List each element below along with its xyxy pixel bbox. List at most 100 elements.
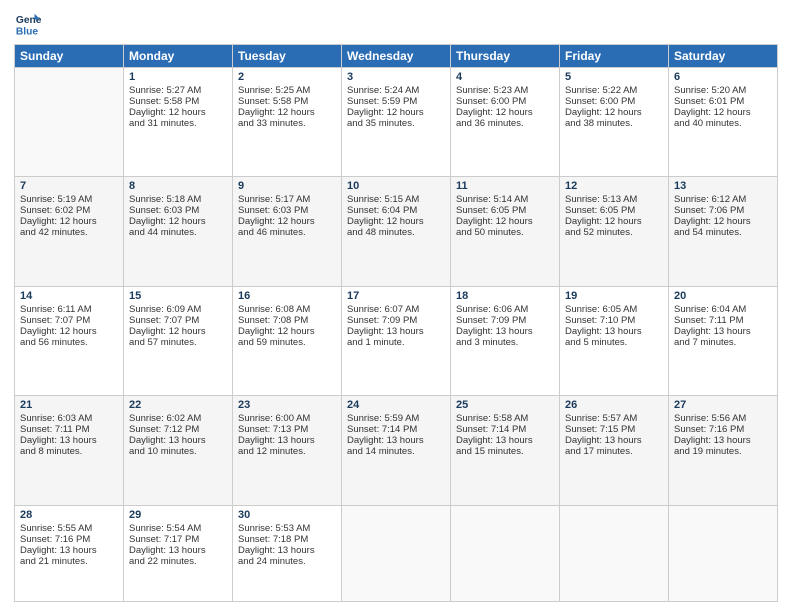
day-info-line: Sunrise: 6:07 AM bbox=[347, 304, 445, 315]
day-number: 15 bbox=[129, 290, 227, 302]
day-cell: 29Sunrise: 5:54 AMSunset: 7:17 PMDayligh… bbox=[124, 505, 233, 601]
day-info-line: Sunrise: 6:03 AM bbox=[20, 413, 118, 424]
header-cell-monday: Monday bbox=[124, 45, 233, 68]
day-number: 17 bbox=[347, 290, 445, 302]
day-info-line: Daylight: 13 hours bbox=[674, 326, 772, 337]
day-cell: 27Sunrise: 5:56 AMSunset: 7:16 PMDayligh… bbox=[669, 396, 778, 505]
day-number: 7 bbox=[20, 180, 118, 192]
day-info-line: and 44 minutes. bbox=[129, 227, 227, 238]
day-cell: 28Sunrise: 5:55 AMSunset: 7:16 PMDayligh… bbox=[15, 505, 124, 601]
day-info-line: and 36 minutes. bbox=[456, 118, 554, 129]
day-info-line: Sunrise: 5:14 AM bbox=[456, 194, 554, 205]
day-info-line: and 15 minutes. bbox=[456, 446, 554, 457]
day-info-line: Daylight: 12 hours bbox=[129, 216, 227, 227]
day-info-line: Daylight: 13 hours bbox=[238, 435, 336, 446]
day-number: 8 bbox=[129, 180, 227, 192]
day-cell: 20Sunrise: 6:04 AMSunset: 7:11 PMDayligh… bbox=[669, 286, 778, 395]
day-info-line: and 40 minutes. bbox=[674, 118, 772, 129]
day-info-line: Daylight: 13 hours bbox=[347, 326, 445, 337]
day-cell: 12Sunrise: 5:13 AMSunset: 6:05 PMDayligh… bbox=[560, 177, 669, 286]
day-info-line: and 38 minutes. bbox=[565, 118, 663, 129]
day-cell: 23Sunrise: 6:00 AMSunset: 7:13 PMDayligh… bbox=[233, 396, 342, 505]
day-info-line: Daylight: 12 hours bbox=[456, 107, 554, 118]
day-cell: 18Sunrise: 6:06 AMSunset: 7:09 PMDayligh… bbox=[451, 286, 560, 395]
day-cell: 30Sunrise: 5:53 AMSunset: 7:18 PMDayligh… bbox=[233, 505, 342, 601]
page: General Blue SundayMondayTuesdayWednesda… bbox=[0, 0, 792, 612]
day-cell: 11Sunrise: 5:14 AMSunset: 6:05 PMDayligh… bbox=[451, 177, 560, 286]
day-info-line: Daylight: 12 hours bbox=[456, 216, 554, 227]
calendar-body: 1Sunrise: 5:27 AMSunset: 5:58 PMDaylight… bbox=[15, 68, 778, 602]
day-info-line: and 21 minutes. bbox=[20, 556, 118, 567]
day-number: 2 bbox=[238, 71, 336, 83]
day-info-line: Sunset: 7:16 PM bbox=[20, 534, 118, 545]
day-info-line: Sunset: 7:09 PM bbox=[456, 315, 554, 326]
day-info-line: and 24 minutes. bbox=[238, 556, 336, 567]
day-info-line: Sunset: 6:00 PM bbox=[456, 96, 554, 107]
day-cell: 24Sunrise: 5:59 AMSunset: 7:14 PMDayligh… bbox=[342, 396, 451, 505]
day-cell bbox=[669, 505, 778, 601]
header-cell-thursday: Thursday bbox=[451, 45, 560, 68]
day-info-line: Daylight: 13 hours bbox=[456, 435, 554, 446]
day-info-line: Sunset: 7:07 PM bbox=[20, 315, 118, 326]
day-info-line: and 7 minutes. bbox=[674, 337, 772, 348]
day-info-line: Daylight: 12 hours bbox=[129, 326, 227, 337]
day-cell: 3Sunrise: 5:24 AMSunset: 5:59 PMDaylight… bbox=[342, 68, 451, 177]
day-info-line: Sunrise: 6:04 AM bbox=[674, 304, 772, 315]
header-cell-sunday: Sunday bbox=[15, 45, 124, 68]
day-cell: 1Sunrise: 5:27 AMSunset: 5:58 PMDaylight… bbox=[124, 68, 233, 177]
day-info-line: Sunrise: 5:53 AM bbox=[238, 523, 336, 534]
day-cell: 16Sunrise: 6:08 AMSunset: 7:08 PMDayligh… bbox=[233, 286, 342, 395]
day-info-line: and 8 minutes. bbox=[20, 446, 118, 457]
day-cell: 25Sunrise: 5:58 AMSunset: 7:14 PMDayligh… bbox=[451, 396, 560, 505]
day-number: 5 bbox=[565, 71, 663, 83]
day-info-line: and 10 minutes. bbox=[129, 446, 227, 457]
day-cell: 26Sunrise: 5:57 AMSunset: 7:15 PMDayligh… bbox=[560, 396, 669, 505]
day-info-line: Sunrise: 5:57 AM bbox=[565, 413, 663, 424]
day-info-line: and 19 minutes. bbox=[674, 446, 772, 457]
day-info-line: Sunset: 6:00 PM bbox=[565, 96, 663, 107]
day-number: 22 bbox=[129, 399, 227, 411]
day-info-line: Sunset: 7:10 PM bbox=[565, 315, 663, 326]
day-info-line: Daylight: 12 hours bbox=[129, 107, 227, 118]
svg-text:Blue: Blue bbox=[16, 26, 39, 37]
day-info-line: Sunrise: 5:13 AM bbox=[565, 194, 663, 205]
day-info-line: Sunrise: 6:09 AM bbox=[129, 304, 227, 315]
day-info-line: Sunset: 5:58 PM bbox=[238, 96, 336, 107]
day-info-line: Sunset: 6:03 PM bbox=[129, 205, 227, 216]
day-info-line: and 17 minutes. bbox=[565, 446, 663, 457]
day-info-line: Daylight: 13 hours bbox=[20, 435, 118, 446]
day-cell: 21Sunrise: 6:03 AMSunset: 7:11 PMDayligh… bbox=[15, 396, 124, 505]
day-info-line: Sunset: 7:08 PM bbox=[238, 315, 336, 326]
day-info-line: and 50 minutes. bbox=[456, 227, 554, 238]
day-cell: 9Sunrise: 5:17 AMSunset: 6:03 PMDaylight… bbox=[233, 177, 342, 286]
day-info-line: and 35 minutes. bbox=[347, 118, 445, 129]
day-info-line: Sunset: 6:05 PM bbox=[565, 205, 663, 216]
day-info-line: Sunrise: 5:54 AM bbox=[129, 523, 227, 534]
day-info-line: and 52 minutes. bbox=[565, 227, 663, 238]
day-info-line: Sunset: 6:01 PM bbox=[674, 96, 772, 107]
day-info-line: Sunrise: 5:18 AM bbox=[129, 194, 227, 205]
day-info-line: Sunset: 7:13 PM bbox=[238, 424, 336, 435]
day-number: 1 bbox=[129, 71, 227, 83]
day-info-line: Sunset: 7:06 PM bbox=[674, 205, 772, 216]
week-row-5: 28Sunrise: 5:55 AMSunset: 7:16 PMDayligh… bbox=[15, 505, 778, 601]
logo-icon: General Blue bbox=[14, 10, 42, 38]
day-cell: 4Sunrise: 5:23 AMSunset: 6:00 PMDaylight… bbox=[451, 68, 560, 177]
day-info-line: Sunrise: 6:02 AM bbox=[129, 413, 227, 424]
day-info-line: Daylight: 12 hours bbox=[565, 216, 663, 227]
day-info-line: Sunrise: 5:20 AM bbox=[674, 85, 772, 96]
day-info-line: Sunrise: 5:58 AM bbox=[456, 413, 554, 424]
day-info-line: Daylight: 13 hours bbox=[238, 545, 336, 556]
day-info-line: Sunrise: 6:08 AM bbox=[238, 304, 336, 315]
day-info-line: Sunrise: 5:22 AM bbox=[565, 85, 663, 96]
logo: General Blue bbox=[14, 10, 44, 38]
calendar-table: SundayMondayTuesdayWednesdayThursdayFrid… bbox=[14, 44, 778, 602]
day-info-line: Sunset: 7:17 PM bbox=[129, 534, 227, 545]
day-info-line: Daylight: 12 hours bbox=[347, 107, 445, 118]
svg-text:General: General bbox=[16, 15, 42, 26]
day-info-line: and 3 minutes. bbox=[456, 337, 554, 348]
day-info-line: and 5 minutes. bbox=[565, 337, 663, 348]
day-info-line: Daylight: 12 hours bbox=[674, 107, 772, 118]
day-info-line: Sunrise: 6:05 AM bbox=[565, 304, 663, 315]
day-info-line: Sunset: 7:09 PM bbox=[347, 315, 445, 326]
